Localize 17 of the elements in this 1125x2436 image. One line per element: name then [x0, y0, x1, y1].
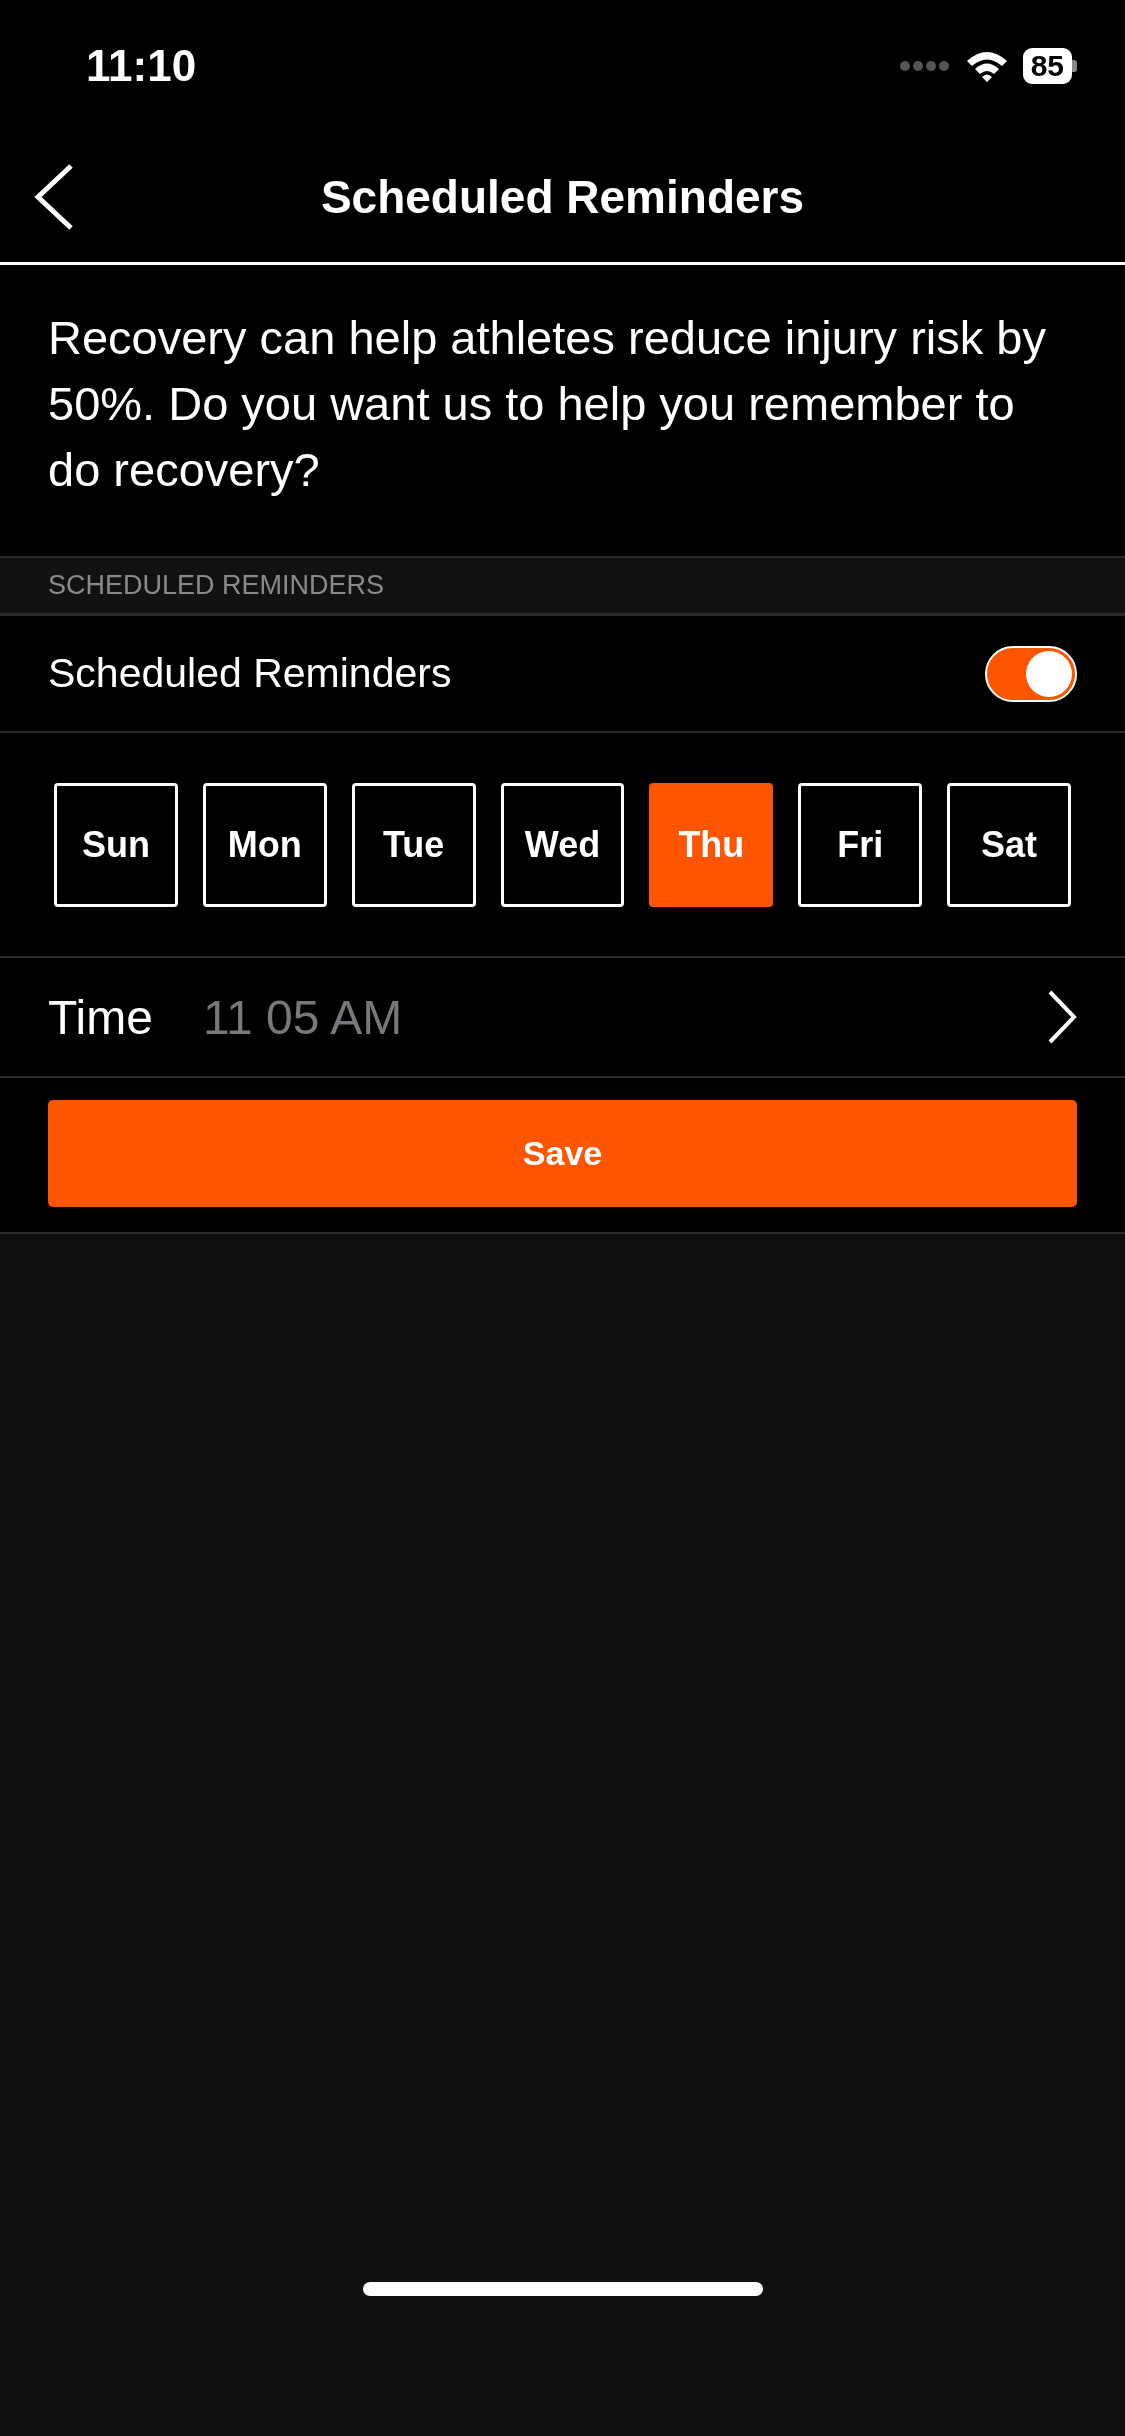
back-icon[interactable]	[34, 164, 74, 230]
day-button[interactable]: Wed	[500, 782, 625, 907]
intro-text: Recovery can help athletes reduce injury risk by 50%. Do you want us to help you remember to do recovery?	[47, 310, 1047, 498]
day-button[interactable]: Tue	[351, 782, 476, 907]
time-value[interactable]: 11 05 AM	[202, 989, 997, 1045]
toggle-switch[interactable]	[985, 645, 1077, 702]
section-header: SCHEDULED REMINDERS	[48, 570, 385, 601]
day-button[interactable]: Sat	[947, 782, 1071, 907]
day-button[interactable]: Fri	[798, 782, 923, 907]
chevron-icon[interactable]	[1047, 989, 1077, 1045]
screen-title: Scheduled Reminders	[320, 170, 805, 224]
toggle-label: Scheduled Reminders	[48, 650, 452, 697]
day-button[interactable]: Mon	[202, 782, 327, 907]
time-label: Time	[48, 989, 153, 1045]
status-time: 11:10	[86, 41, 197, 91]
signal-icon	[898, 60, 951, 72]
day-button[interactable]: Sun	[54, 782, 178, 907]
